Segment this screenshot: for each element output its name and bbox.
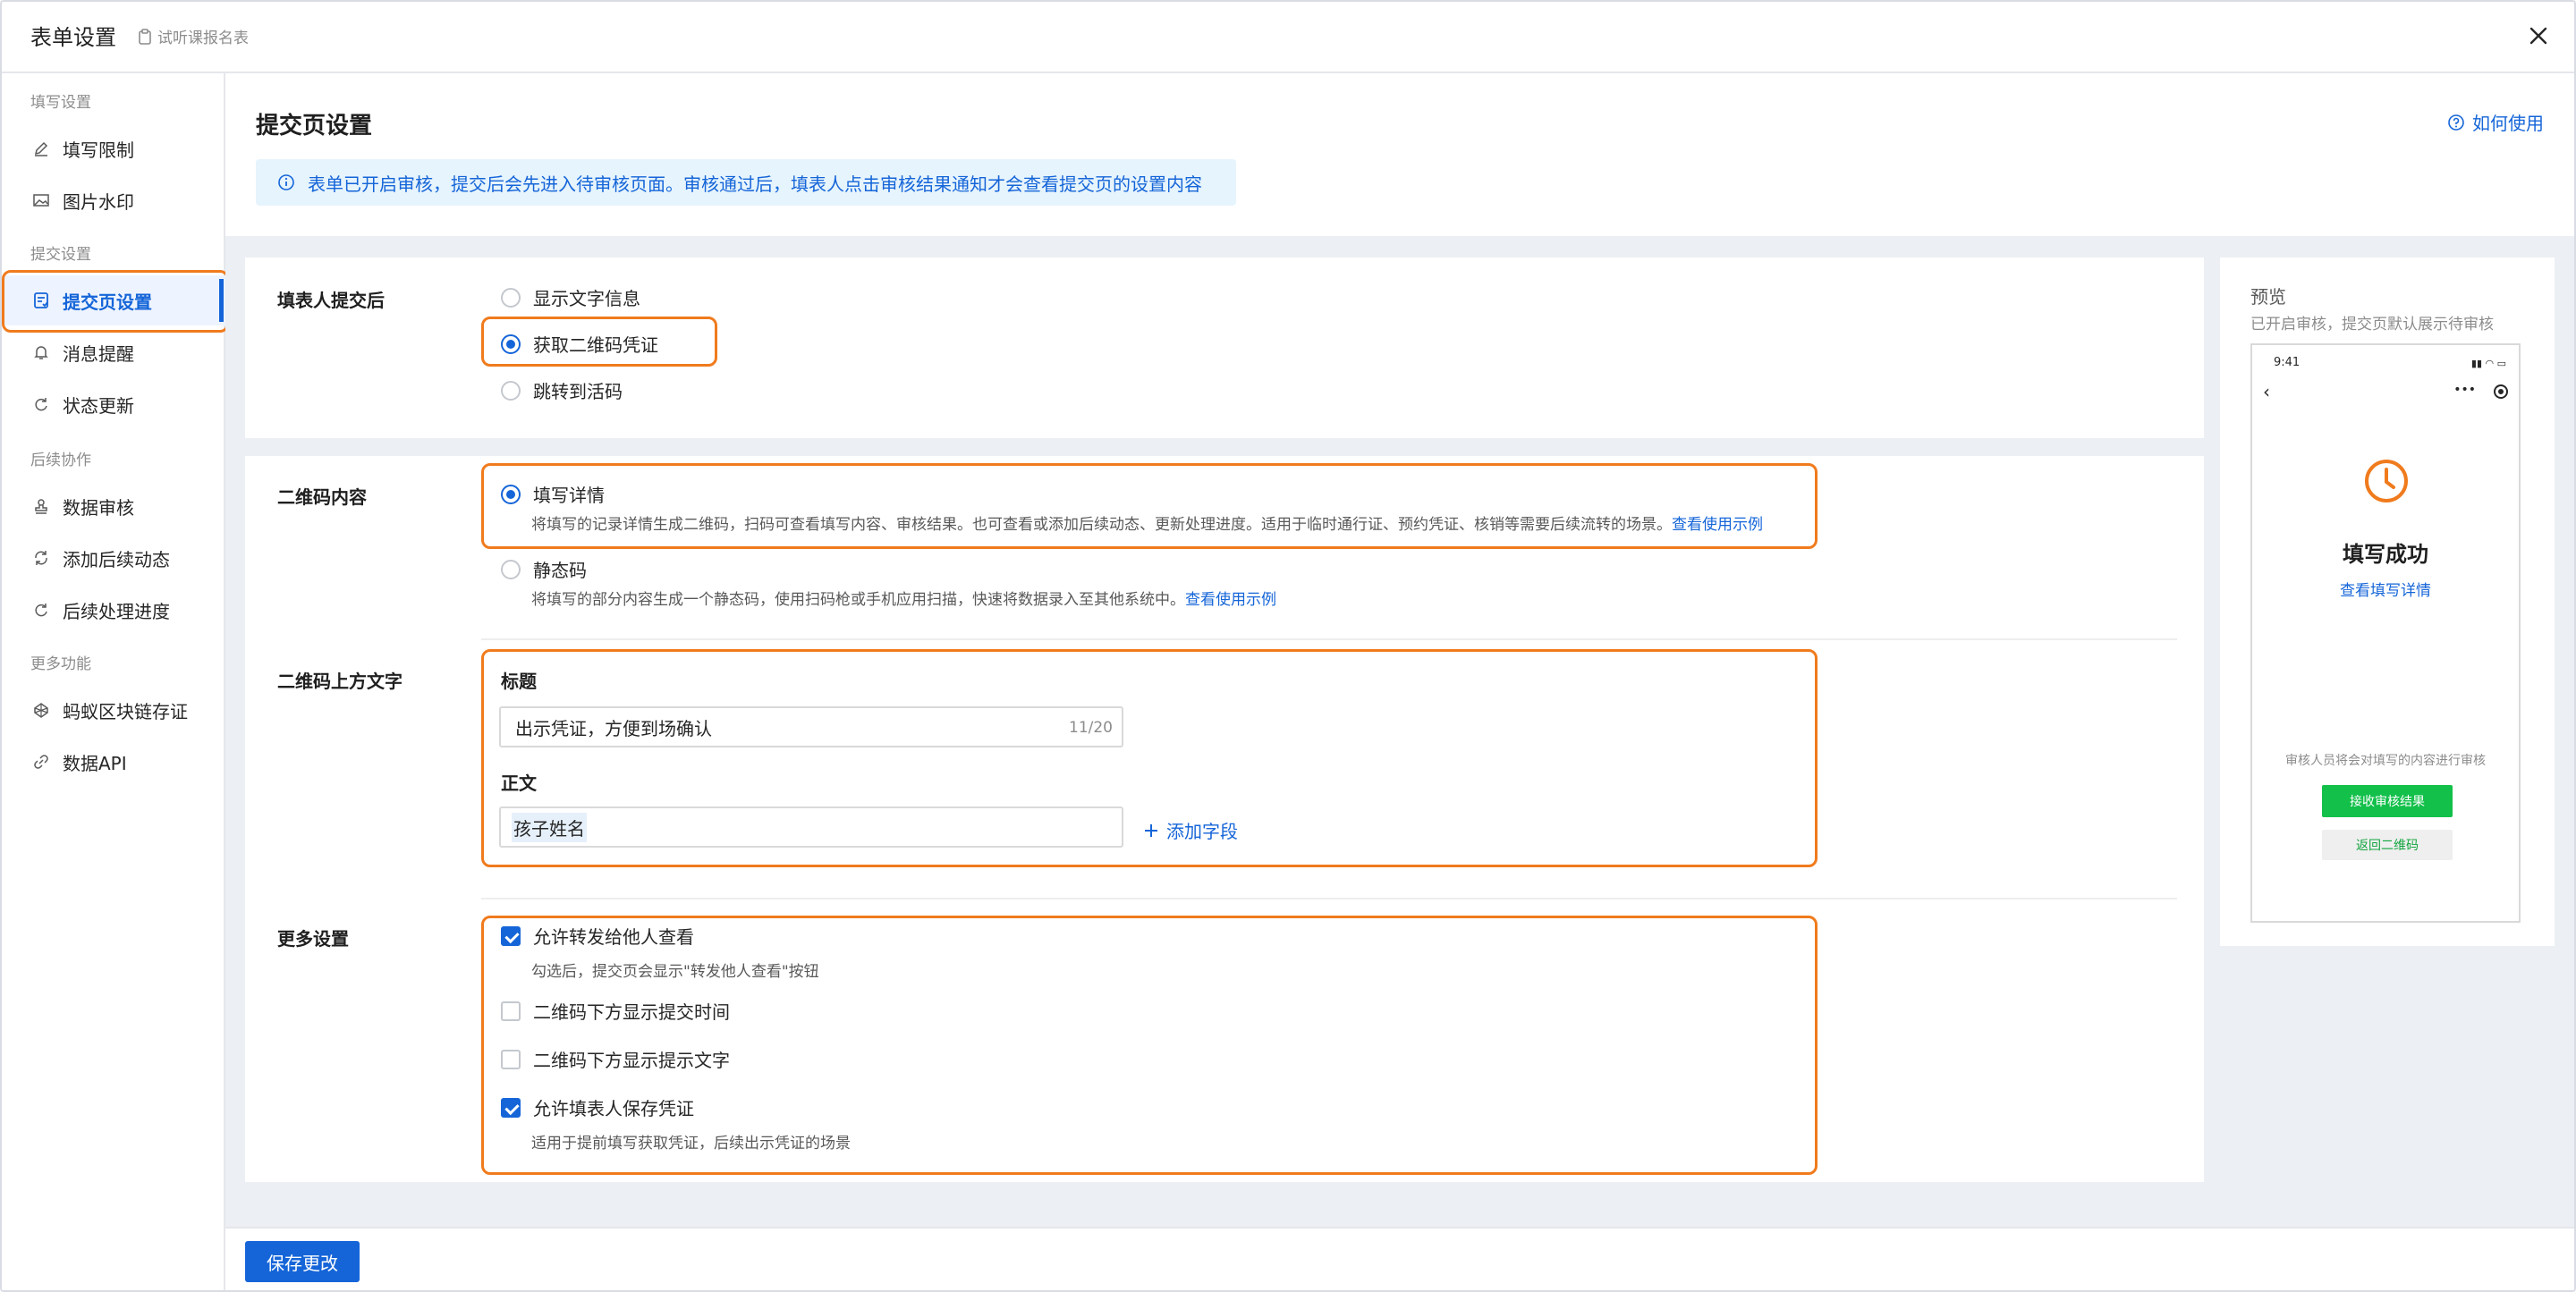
example-link[interactable]: 查看使用示例 — [1185, 591, 1276, 609]
sidebar-section-followup: 后续协作 — [30, 452, 91, 469]
radio-button[interactable] — [501, 559, 521, 579]
radio-live-code[interactable]: 跳转到活码 — [501, 377, 623, 403]
sidebar-item-notify[interactable]: 消息提醒 — [2, 327, 225, 377]
sidebar-item-label: 蚂蚁区块链存证 — [63, 700, 188, 722]
sidebar-item-label: 数据审核 — [63, 496, 134, 519]
highlight-box — [481, 916, 1818, 1175]
card-separator — [245, 438, 2204, 456]
radio-label: 显示文字信息 — [533, 288, 640, 309]
highlight-box — [481, 649, 1818, 867]
close-icon[interactable] — [2522, 20, 2555, 52]
phone-mockup: 9:41 ▮▮ ◠ ▭ ‹ ••• 填写成功 查看填写详情 审核人员将会对填写的… — [2250, 343, 2521, 923]
more-settings-label: 更多设置 — [277, 928, 349, 950]
preview-panel: 预览 已开启审核，提交页默认展示待审核 9:41 ▮▮ ◠ ▭ ‹ ••• 填写… — [2220, 258, 2555, 946]
sidebar-item-watermark[interactable]: 图片水印 — [2, 175, 225, 225]
back-arrow-icon: ‹ — [2263, 381, 2270, 402]
sidebar-item-label: 数据API — [63, 752, 127, 774]
notice-banner: 表单已开启审核，提交后会先进入待审核页面。审核通过后，填表人点击审核结果通知才会… — [256, 159, 1236, 206]
option-description: 将填写的部分内容生成一个静态码，使用扫码枪或手机应用扫描，快速将数据录入至其他系… — [531, 587, 1276, 609]
divider — [481, 638, 2177, 640]
sidebar-item-status-update[interactable]: 状态更新 — [2, 379, 225, 429]
top-panel: 提交页设置 如何使用 表单已开启审核，提交后会先进入待审核页面。审核通过后，填表… — [225, 73, 2574, 236]
highlight-box — [2, 270, 229, 333]
help-link-label: 如何使用 — [2472, 113, 2544, 134]
sidebar-item-label: 后续处理进度 — [63, 600, 170, 622]
sidebar-item-api[interactable]: 数据API — [2, 737, 225, 787]
radio-show-text[interactable]: 显示文字信息 — [501, 284, 640, 310]
sidebar-item-add-updates[interactable]: 添加后续动态 — [2, 533, 225, 583]
description-text: 将填写的部分内容生成一个静态码，使用扫码枪或手机应用扫描，快速将数据录入至其他系… — [531, 591, 1185, 609]
return-qr-button: 返回二维码 — [2322, 830, 2453, 860]
pen-icon — [34, 141, 48, 156]
save-button[interactable]: 保存更改 — [245, 1241, 360, 1282]
sidebar-item-data-review[interactable]: 数据审核 — [2, 481, 225, 531]
preview-subtitle: 已开启审核，提交页默认展示待审核 — [2250, 316, 2494, 334]
sidebar-item-fill-limit[interactable]: 填写限制 — [2, 123, 225, 173]
header: 表单设置 试听课报名表 — [2, 2, 2574, 73]
sidebar-item-blockchain[interactable]: 蚂蚁区块链存证 — [2, 685, 225, 735]
bell-icon — [34, 346, 48, 359]
view-details-link: 查看填写详情 — [2340, 582, 2431, 600]
footer-bar — [225, 1227, 2574, 1290]
success-heading: 填写成功 — [2343, 542, 2428, 567]
highlight-box — [481, 317, 717, 367]
sidebar-item-label: 添加后续动态 — [63, 548, 170, 570]
phone-time: 9:41 — [2274, 356, 2301, 369]
sidebar-item-label: 图片水印 — [63, 190, 134, 213]
sidebar-section-submit: 提交设置 — [30, 246, 91, 264]
form-settings-window: 表单设置 试听课报名表 填写设置 填写限制 图片水印 提交设置 提交页设置 消息… — [0, 0, 2576, 1292]
radio-button[interactable] — [501, 380, 521, 401]
sidebar-item-label: 消息提醒 — [63, 342, 134, 365]
info-icon — [278, 174, 294, 190]
chain-icon — [34, 703, 48, 718]
radio-label: 跳转到活码 — [533, 381, 623, 402]
divider — [481, 898, 2177, 899]
cycle-icon — [35, 551, 47, 565]
receive-result-button: 接收审核结果 — [2322, 785, 2453, 817]
stamp-icon — [35, 499, 47, 514]
target-icon — [2494, 384, 2508, 399]
clock-icon — [2365, 460, 2408, 502]
page-title: 提交页设置 — [256, 113, 373, 139]
sidebar-section-fill: 填写设置 — [30, 94, 91, 112]
radio-static-code[interactable]: 静态码 — [501, 556, 587, 582]
highlight-box — [481, 463, 1818, 549]
form-name-label: 试听课报名表 — [157, 30, 249, 47]
refresh-icon — [35, 604, 47, 617]
qr-text-label: 二维码上方文字 — [277, 671, 402, 692]
sidebar: 填写设置 填写限制 图片水印 提交设置 提交页设置 消息提醒 状态更新 后续协作… — [2, 73, 225, 1290]
main-panel: 提交页设置 如何使用 表单已开启审核，提交后会先进入待审核页面。审核通过后，填表… — [225, 73, 2574, 1290]
preview-title: 预览 — [2250, 286, 2286, 308]
clipboard-icon — [139, 28, 151, 45]
question-icon — [2448, 114, 2464, 131]
help-link[interactable]: 如何使用 — [2447, 109, 2544, 135]
sidebar-item-label: 填写限制 — [63, 139, 134, 161]
link-icon — [34, 755, 48, 769]
after-submit-label: 填表人提交后 — [277, 290, 385, 311]
image-icon — [33, 194, 49, 207]
refresh-icon — [35, 398, 47, 411]
notice-text: 表单已开启审核，提交后会先进入待审核页面。审核通过后，填表人点击审核结果通知才会… — [308, 173, 1202, 195]
radio-button[interactable] — [501, 287, 521, 308]
sidebar-item-label: 状态更新 — [63, 394, 134, 417]
sidebar-section-more: 更多功能 — [30, 655, 91, 673]
signal-icon: ▮▮ ◠ ▭ — [2470, 358, 2506, 369]
window-title: 表单设置 — [30, 25, 116, 50]
qr-content-label: 二维码内容 — [277, 486, 367, 508]
radio-label: 静态码 — [533, 560, 587, 581]
more-dots-icon: ••• — [2453, 383, 2476, 397]
sidebar-item-progress[interactable]: 后续处理进度 — [2, 585, 225, 635]
audit-text: 审核人员将会对填写的内容进行审核 — [2285, 754, 2486, 768]
form-name: 试听课报名表 — [138, 25, 249, 47]
